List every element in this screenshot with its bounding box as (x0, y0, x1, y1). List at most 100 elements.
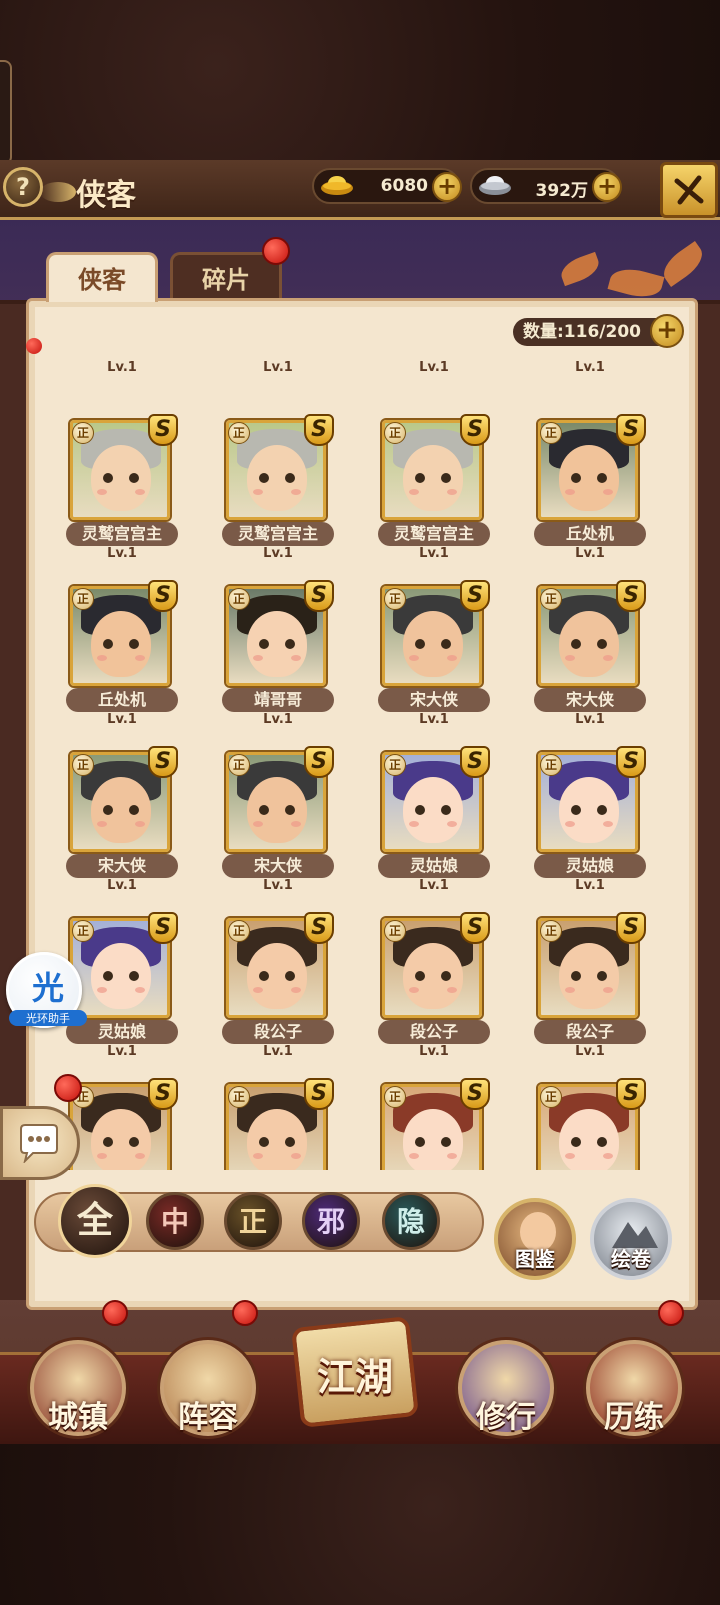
hero-eye (259, 971, 269, 981)
codex-label: 图鉴 (515, 1247, 555, 1271)
hero-eye (129, 971, 139, 981)
hero-card[interactable]: 正 S 段公子 Lv.1 (198, 880, 358, 1059)
hero-face (403, 1109, 463, 1170)
help-button[interactable]: ? (3, 167, 43, 207)
hero-cheek (409, 987, 419, 993)
rank-badge: S (460, 1078, 490, 1110)
hero-card[interactable]: 正 S 靖哥哥 Lv.1 (198, 548, 358, 727)
filter-1[interactable]: 中 (146, 1192, 204, 1250)
expand-capacity-button[interactable]: + (650, 314, 684, 348)
hero-card[interactable]: 正 S 宋大侠 Lv.1 (510, 548, 670, 727)
hero-card[interactable]: 正 S 丘处机 Lv.1 (510, 382, 670, 561)
hero-eye (571, 473, 581, 483)
filter-0[interactable]: 全 (58, 1184, 132, 1258)
hero-card[interactable]: 正S (198, 1046, 358, 1170)
hero-cheek (409, 655, 419, 661)
hero-card[interactable]: 正S (510, 1046, 670, 1170)
hero-card[interactable]: 正 S 灵鹫宫宫主 Lv.1 (354, 382, 514, 561)
faction-badge: 正 (228, 920, 250, 942)
hero-cheek (447, 489, 457, 495)
faction-badge: 正 (72, 920, 94, 942)
nav-badge (102, 1300, 128, 1326)
left-edge-tab[interactable] (0, 60, 12, 165)
nav-label: 历练 (604, 1400, 664, 1435)
filter-3[interactable]: 邪 (302, 1192, 360, 1250)
title-ornament (40, 182, 76, 202)
hero-eye (415, 639, 425, 649)
hero-cheek (253, 655, 263, 661)
hero-card[interactable]: 正 S 段公子 Lv.1 (354, 880, 514, 1059)
fragments-badge (262, 237, 290, 265)
hero-eye (597, 971, 607, 981)
hero-card[interactable]: 正 S 丘处机 Lv.1 (42, 548, 202, 727)
hero-eye (285, 971, 295, 981)
hero-eye (597, 473, 607, 483)
hero-card[interactable]: 正 S 段公子 Lv.1 (510, 880, 670, 1059)
hero-eye (259, 805, 269, 815)
hero-name: 丘处机 (534, 522, 646, 546)
hero-grid[interactable]: Lv.1 Lv.1 Lv.1 Lv.1 正 S 灵鹫宫宫主 Lv.1 正 S 灵鹫宫宫主 Lv.1 正 S… (42, 360, 682, 1170)
hero-level: Lv.1 (107, 360, 137, 375)
scrolls-button[interactable]: 绘卷 (590, 1198, 672, 1280)
hero-eye (285, 1137, 295, 1147)
rank-badge: S (460, 580, 490, 612)
add-gold-button[interactable]: + (432, 172, 462, 202)
hero-card[interactable]: 正 S 宋大侠 Lv.1 (198, 714, 358, 893)
assistant-glyph: 光 (31, 969, 64, 1007)
hero-eye (285, 473, 295, 483)
hero-card[interactable]: 正 S 宋大侠 Lv.1 (42, 714, 202, 893)
hero-eye (103, 805, 113, 815)
faction-badge: 正 (384, 754, 406, 776)
hero-cheek (97, 987, 107, 993)
rank-badge: S (148, 414, 178, 446)
faction-badge: 正 (72, 422, 94, 444)
hero-cheek (253, 821, 263, 827)
hero-name: 灵鹫宫宫主 (378, 522, 490, 546)
filter-2[interactable]: 正 (224, 1192, 282, 1250)
faction-badge: 正 (228, 1086, 250, 1108)
hero-level: Lv.1 (419, 360, 449, 375)
hero-name: 灵鹫宫宫主 (222, 522, 334, 546)
notice-dot (26, 338, 42, 354)
hero-card[interactable]: 正 S 灵鹫宫宫主 Lv.1 (42, 382, 202, 561)
faction-badge: 正 (72, 754, 94, 776)
hero-cheek (97, 655, 107, 661)
hero-card[interactable]: 正 S 灵姑娘 Lv.1 (510, 714, 670, 893)
add-silver-button[interactable]: + (592, 172, 622, 202)
close-icon (674, 175, 704, 205)
faction-badge: 正 (384, 422, 406, 444)
hero-cheek (565, 1153, 575, 1159)
rank-badge: S (460, 746, 490, 778)
hero-cheek (565, 987, 575, 993)
hero-eye (597, 1137, 607, 1147)
hero-face (247, 611, 307, 677)
page-title: 侠客 (76, 178, 136, 213)
rank-badge: S (304, 580, 334, 612)
hero-face (559, 445, 619, 511)
hero-face (247, 777, 307, 843)
hero-eye (415, 805, 425, 815)
filter-4[interactable]: 隐 (382, 1192, 440, 1250)
hero-cheek (565, 655, 575, 661)
question-icon: ? (16, 173, 30, 201)
hero-name: 宋大侠 (66, 854, 178, 878)
hero-card[interactable]: 正S (354, 1046, 514, 1170)
hero-eye (597, 805, 607, 815)
hero-name: 段公子 (222, 1020, 334, 1044)
hero-cheek (603, 1153, 613, 1159)
hero-cheek (291, 655, 301, 661)
chat-button[interactable] (0, 1106, 80, 1180)
assistant-button[interactable]: 光 光环助手 (6, 952, 87, 1028)
hero-cheek (409, 489, 419, 495)
hero-card[interactable]: 正 S 灵鹫宫宫主 Lv.1 (198, 382, 358, 561)
codex-button[interactable]: 图鉴 (494, 1198, 576, 1280)
hero-eye (415, 473, 425, 483)
close-button[interactable] (660, 162, 718, 218)
hero-face (559, 611, 619, 677)
hero-eye (571, 1137, 581, 1147)
hero-card[interactable]: 正 S 灵姑娘 Lv.1 (354, 714, 514, 893)
tab-heroes[interactable]: 侠客 (46, 252, 158, 302)
hero-level: Lv.1 (575, 360, 605, 375)
hero-card[interactable]: 正 S 宋大侠 Lv.1 (354, 548, 514, 727)
hero-face (559, 777, 619, 843)
